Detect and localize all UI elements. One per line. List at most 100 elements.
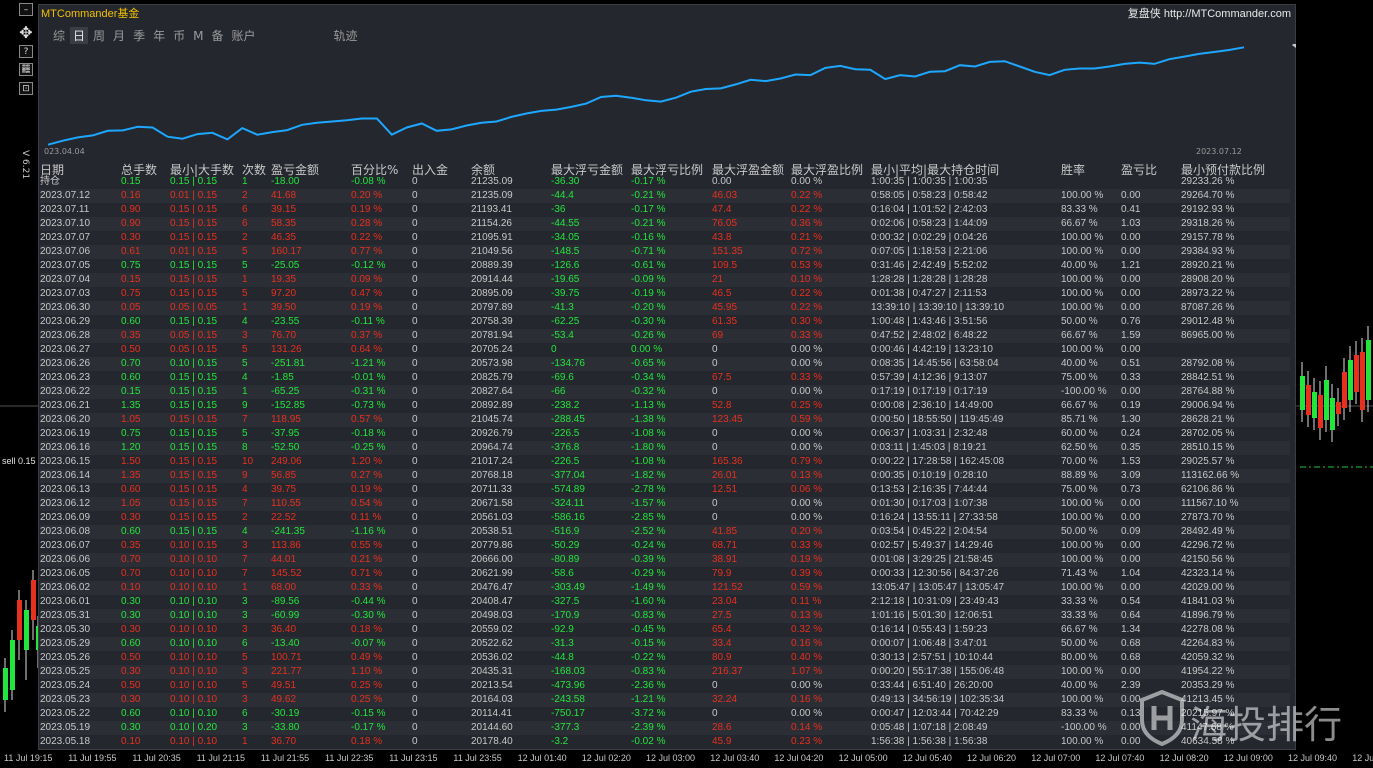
table-row[interactable]: 2023.05.22 0.60 0.10 | 0.10 6 -30.19 -0.15 % 0… [40,707,1290,721]
table-cell: 0.49 % [351,652,383,663]
tab-3[interactable]: 月 [110,27,128,44]
table-row[interactable]: 2023.06.22 0.15 0.15 | 0.15 1 -65.25 -0.31 % 0… [40,385,1290,399]
table-row[interactable]: 2023.05.23 0.30 0.10 | 0.10 3 49.62 0.25 % 0 20… [40,693,1290,707]
table-row[interactable]: 2023.07.10 0.90 0.15 | 0.15 6 58.35 0.28 % 0 21… [40,217,1290,231]
tab-4[interactable]: 季 [130,27,148,44]
table-row[interactable]: 2023.06.15 1.50 0.15 | 0.15 10 249.06 1.20 % 0… [40,455,1290,469]
table-row[interactable]: 2023.05.19 0.30 0.10 | 0.20 3 -33.80 -0.17 % 0… [40,721,1290,735]
table-cell: 0 [412,400,418,411]
table-cell: -1.49 % [631,582,666,593]
table-cell: 0:58:05 | 0:58:23 | 0:58:42 [871,190,988,201]
table-row[interactable]: 2023.06.12 1.05 0.15 | 0.15 7 110.55 0.54 % 0 2… [40,497,1290,511]
time-axis-label: 11 Jul 21:55 [260,753,310,763]
table-row[interactable]: 2023.06.01 0.30 0.10 | 0.10 3 -89.56 -0.44 % 0… [40,595,1290,609]
table-cell: 0.40 % [791,652,823,663]
table-row[interactable]: 2023.06.02 0.10 0.10 | 0.10 1 68.00 0.33 % 0 20… [40,581,1290,595]
table-cell: 9 [242,400,248,411]
table-cell: 0.10 | 0.20 [170,722,218,733]
minimize-button[interactable]: – [19,3,33,16]
table-cell: 28.6 [712,722,732,733]
table-cell: -100.00 % [1061,722,1107,733]
table-row[interactable]: 2023.07.06 0.61 0.01 | 0.15 5 160.17 0.77 % 0 2… [40,245,1290,259]
table-row[interactable]: 2023.06.28 0.35 0.05 | 0.15 3 76.70 0.37 % 0 20… [40,329,1290,343]
table-row[interactable]: 2023.07.07 0.30 0.15 | 0.15 2 46.35 0.22 % 0 21… [40,231,1290,245]
table-cell: 0.19 % [351,484,383,495]
table-row[interactable]: 2023.05.30 0.30 0.10 | 0.10 3 36.40 0.18 % 0 20… [40,623,1290,637]
table-row[interactable]: 2023.05.31 0.30 0.10 | 0.10 3 -60.99 -0.30 % 0… [40,609,1290,623]
table-row[interactable]: 2023.06.27 0.50 0.05 | 0.15 5 131.26 0.64 % 0 2… [40,343,1290,357]
table-cell: 0.30 [121,596,141,607]
table-row[interactable]: 2023.06.19 0.75 0.15 | 0.15 5 -37.95 -0.18 % 0… [40,427,1290,441]
tab-9[interactable]: 账户 [228,27,258,44]
tab-8[interactable]: 备 [208,27,226,44]
table-row[interactable]: 2023.06.23 0.60 0.15 | 0.15 4 -1.85 -0.01 % 0 2… [40,371,1290,385]
table-cell: 7 [242,554,248,565]
help-button[interactable]: ? [19,45,33,58]
tab-2[interactable]: 周 [90,27,108,44]
table-row[interactable]: 2023.06.07 0.35 0.10 | 0.15 3 113.86 0.55 % 0 2… [40,539,1290,553]
table-cell: 0.00 [1121,246,1141,257]
table-cell: 58.35 [271,218,297,229]
reset-button[interactable]: ⊡ [19,82,33,95]
table-row[interactable]: 2023.07.12 0.16 0.01 | 0.15 2 41.68 0.20 % 0 21… [40,189,1290,203]
table-cell: 45.9 [712,736,732,747]
table-cell: 29233.26 % [1181,176,1235,187]
table-cell: 0.57 % [351,414,383,425]
table-row[interactable]: 2023.07.11 0.90 0.15 | 0.15 6 39.15 0.19 % 0 21… [40,203,1290,217]
tab-10[interactable]: 轨迹 [331,27,361,44]
table-cell: -0.08 % [351,176,386,187]
table-row[interactable]: 2023.07.03 0.75 0.15 | 0.15 5 97.20 0.47 % 0 20… [40,287,1290,301]
tab-0[interactable]: 综 [50,27,68,44]
table-row[interactable]: 2023.06.06 0.70 0.10 | 0.10 7 44.01 0.21 % 0 20… [40,553,1290,567]
mode-button[interactable]: 䨻 [19,63,33,76]
table-cell: 0.15 | 0.15 [170,456,218,467]
table-row[interactable]: 2023.05.18 0.10 0.10 | 0.10 1 36.70 0.18 % 0 20… [40,735,1290,749]
table-row[interactable]: 2023.06.05 0.70 0.10 | 0.10 7 145.52 0.71 % 0 2… [40,567,1290,581]
brand-title[interactable]: MTCommander基金 [41,5,139,21]
table-cell: 20758.39 [471,316,513,327]
table-cell: 0:16:04 | 1:01:52 | 2:42:03 [871,204,988,215]
table-row[interactable]: 2023.05.24 0.50 0.10 | 0.10 5 49.51 0.25 % 0 20… [40,679,1290,693]
candle-body [17,600,22,640]
table-cell: 2023.06.05 [40,568,91,579]
table-cell: 2023.07.12 [40,190,91,201]
table-row[interactable]: 2023.06.13 0.60 0.15 | 0.15 4 39.75 0.19 % 0 20… [40,483,1290,497]
table-row[interactable]: 2023.05.29 0.60 0.10 | 0.10 6 -13.40 -0.07 % 0… [40,637,1290,651]
table-cell: -0.15 % [631,638,666,649]
table-cell: 2023.06.02 [40,582,91,593]
table-row[interactable]: 2023.06.16 1.20 0.15 | 0.15 8 -52.50 -0.25 % 0… [40,441,1290,455]
tab-1[interactable]: 日 [70,27,89,44]
table-cell: 20536.02 [471,652,513,663]
table-cell: 1 [242,386,248,397]
table-row[interactable]: 2023.06.20 1.05 0.15 | 0.15 7 118.95 0.57 % 0 2… [40,413,1290,427]
table-cell: 70.00 % [1061,456,1098,467]
table-row[interactable]: 2023.06.08 0.60 0.15 | 0.15 4 -241.35 -1.16 %… [40,525,1290,539]
table-row[interactable]: 2023.07.05 0.75 0.15 | 0.15 5 -25.05 -0.12 % 0… [40,259,1290,273]
candle-body [1348,360,1353,400]
table-row[interactable]: 持仓 0.15 0.15 | 0.15 1 -18.00 -0.08 % 0 21235.09… [40,175,1290,189]
equity-curve-chart [47,44,1296,146]
table-cell: -1.16 % [351,526,386,537]
table-row[interactable]: 2023.05.26 0.50 0.10 | 0.10 5 100.71 0.49 % 0 2… [40,651,1290,665]
table-row[interactable]: 2023.06.29 0.60 0.15 | 0.15 4 -23.55 -0.11 % 0… [40,315,1290,329]
table-row[interactable]: 2023.06.26 0.70 0.10 | 0.15 5 -251.81 -1.21 %… [40,357,1290,371]
move-icon[interactable]: ✥ [19,25,33,41]
tab-7[interactable]: M [190,29,206,43]
table-cell: 0.24 [1121,428,1141,439]
table-row[interactable]: 2023.06.21 1.35 0.15 | 0.15 9 -152.85 -0.73 %… [40,399,1290,413]
table-cell: 0.25 % [791,400,823,411]
time-axis-label: 12 Jul 02:20 [581,753,631,763]
candle-body [1300,376,1305,410]
table-cell: 20538.51 [471,526,513,537]
table-row[interactable]: 2023.07.04 0.15 0.15 | 0.15 1 19.35 0.09 % 0 20… [40,273,1290,287]
tab-6[interactable]: 币 [170,27,188,44]
table-row[interactable]: 2023.06.30 0.05 0.05 | 0.05 1 39.50 0.19 % 0 20… [40,301,1290,315]
table-cell: 0:31:46 | 2:42:49 | 5:52:02 [871,260,988,271]
table-cell: 121.52 [712,582,743,593]
table-row[interactable]: 2023.06.14 1.35 0.15 | 0.15 9 56.85 0.27 % 0 20… [40,469,1290,483]
brand-link[interactable]: 复盘侠 http://MTCommander.com [1128,5,1291,21]
table-row[interactable]: 2023.05.25 0.30 0.10 | 0.10 3 221.77 1.10 % 0 2… [40,665,1290,679]
table-row[interactable]: 2023.06.09 0.30 0.15 | 0.15 2 22.52 0.11 % 0 20… [40,511,1290,525]
tab-5[interactable]: 年 [150,27,168,44]
table-cell: 21017.24 [471,456,513,467]
